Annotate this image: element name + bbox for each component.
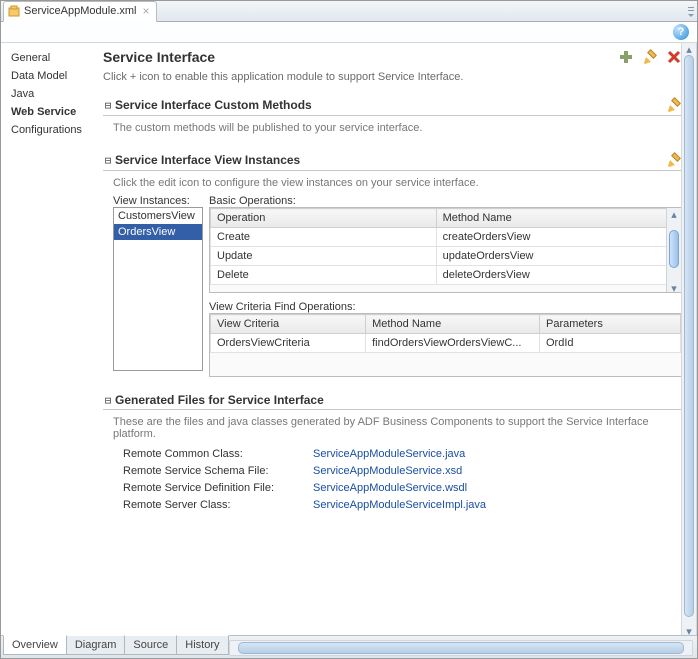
tab-diagram[interactable]: Diagram: [67, 635, 126, 655]
editor-tab-bar: ServiceAppModule.xml ×: [1, 1, 697, 22]
view-instances-label: View Instances:: [113, 195, 203, 207]
table-row[interactable]: UpdateupdateOrdersView: [211, 247, 681, 266]
file-label: Remote Server Class:: [123, 499, 313, 511]
file-label: Remote Service Schema File:: [123, 465, 313, 477]
scroll-down-icon[interactable]: ▾: [667, 282, 681, 292]
tab-source[interactable]: Source: [125, 635, 177, 655]
collapse-icon[interactable]: ⊟: [103, 99, 113, 112]
list-item[interactable]: CustomersView: [114, 208, 202, 224]
section-title: Service Interface Custom Methods: [115, 98, 312, 112]
sidebar-item-label: Java: [11, 88, 34, 100]
edit-icon[interactable]: [642, 49, 658, 65]
scroll-down-icon[interactable]: ▾: [682, 625, 696, 635]
main-scrollbar[interactable]: ▴ ▾: [681, 43, 696, 635]
edit-icon[interactable]: [666, 152, 682, 168]
section-view-instances: ⊟ Service Interface View Instances Click…: [103, 152, 682, 377]
add-icon[interactable]: [618, 49, 634, 65]
column-header[interactable]: Parameters: [539, 315, 680, 334]
sidebar-item-label: Configurations: [11, 124, 82, 136]
editor-tab[interactable]: ServiceAppModule.xml ×: [3, 1, 157, 22]
close-icon[interactable]: ×: [141, 4, 150, 18]
page-title: Service Interface: [103, 49, 215, 65]
editor-tab-label: ServiceAppModule.xml: [24, 5, 137, 17]
view-criteria-label: View Criteria Find Operations:: [209, 301, 682, 313]
sidebar-item-label: Data Model: [11, 70, 67, 82]
collapse-icon[interactable]: ⊟: [103, 154, 113, 167]
basic-operations-label: Basic Operations:: [209, 195, 682, 207]
file-link[interactable]: ServiceAppModuleServiceImpl.java: [313, 499, 682, 511]
scroll-thumb[interactable]: [669, 230, 679, 268]
sidebar-item-label: Web Service: [11, 106, 76, 118]
view-criteria-table: View Criteria Method Name Parameters Ord…: [209, 313, 682, 377]
column-header[interactable]: Method Name: [436, 209, 680, 228]
view-instances-list[interactable]: CustomersView OrdersView: [113, 207, 203, 371]
help-icon[interactable]: ?: [673, 24, 689, 40]
section-custom-methods: ⊟ Service Interface Custom Methods The c…: [103, 97, 682, 134]
bottom-tab-bar: Overview Diagram Source History: [1, 635, 697, 658]
section-generated-files: ⊟ Generated Files for Service Interface …: [103, 393, 682, 511]
section-desc: The custom methods will be published to …: [113, 122, 682, 134]
column-header[interactable]: Operation: [211, 209, 437, 228]
scroll-up-icon[interactable]: ▴: [667, 208, 681, 218]
file-link[interactable]: ServiceAppModuleService.java: [313, 448, 682, 460]
table-row[interactable]: CreatecreateOrdersView: [211, 228, 681, 247]
tab-history[interactable]: History: [177, 635, 228, 655]
table-row[interactable]: OrdersViewCriteria findOrdersViewOrdersV…: [211, 334, 681, 353]
file-link[interactable]: ServiceAppModuleService.wsdl: [313, 482, 682, 494]
main-panel: Service Interface Click + icon to enable…: [93, 43, 697, 635]
app-module-icon: [8, 5, 20, 17]
sidebar-item-data-model[interactable]: Data Model: [1, 67, 93, 85]
sidebar-item-general[interactable]: General: [1, 49, 93, 67]
sidebar-item-web-service[interactable]: Web Service: [1, 103, 93, 121]
section-title: Service Interface View Instances: [115, 153, 300, 167]
table-scrollbar[interactable]: ▴ ▾: [666, 208, 681, 292]
tab-overview[interactable]: Overview: [3, 635, 67, 655]
list-item[interactable]: OrdersView: [114, 224, 202, 240]
sidebar-item-java[interactable]: Java: [1, 85, 93, 103]
section-desc: Click the edit icon to configure the vie…: [113, 177, 682, 189]
panel-menu-icon[interactable]: [685, 1, 697, 21]
section-desc: These are the files and java classes gen…: [113, 416, 682, 440]
section-title: Generated Files for Service Interface: [115, 393, 324, 407]
scroll-up-icon[interactable]: ▴: [682, 43, 696, 53]
file-label: Remote Common Class:: [123, 448, 313, 460]
file-link[interactable]: ServiceAppModuleService.xsd: [313, 465, 682, 477]
basic-operations-table: Operation Method Name CreatecreateOrders…: [209, 207, 682, 293]
horizontal-scrollbar[interactable]: [229, 640, 693, 656]
sidebar-item-label: General: [11, 52, 50, 64]
delete-icon[interactable]: [666, 49, 682, 65]
column-header[interactable]: Method Name: [366, 315, 540, 334]
collapse-icon[interactable]: ⊟: [103, 394, 113, 407]
category-sidebar: General Data Model Java Web Service Conf…: [1, 43, 93, 635]
page-toolbar: [618, 49, 682, 65]
page-subtitle: Click + icon to enable this application …: [103, 71, 682, 83]
edit-icon[interactable]: [666, 97, 682, 113]
help-bar: ?: [1, 22, 697, 43]
scroll-thumb[interactable]: [684, 55, 694, 617]
column-header[interactable]: View Criteria: [211, 315, 366, 334]
sidebar-item-configurations[interactable]: Configurations: [1, 121, 93, 139]
file-label: Remote Service Definition File:: [123, 482, 313, 494]
table-row[interactable]: DeletedeleteOrdersView: [211, 266, 681, 285]
scroll-thumb[interactable]: [238, 642, 684, 654]
